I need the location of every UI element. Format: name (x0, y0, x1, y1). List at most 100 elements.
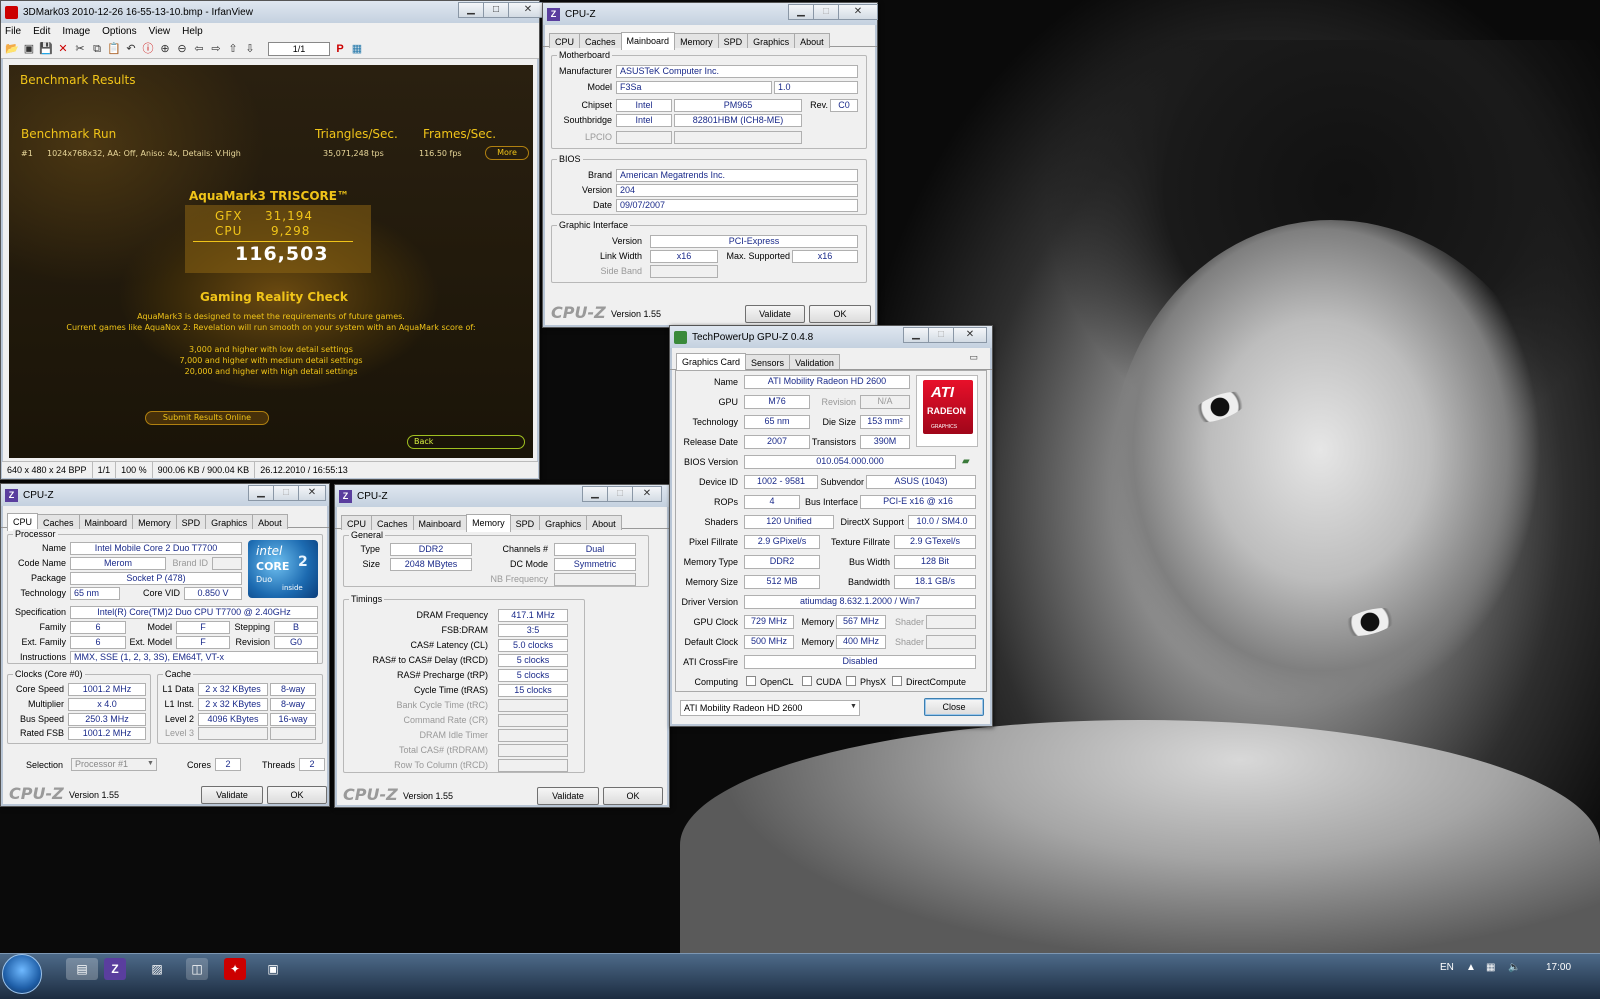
menu-file[interactable]: File (5, 26, 21, 37)
tab-cpu[interactable]: CPU (341, 515, 373, 530)
maximize-button[interactable]: □ (483, 2, 509, 18)
tab-graphics[interactable]: Graphics (539, 515, 588, 530)
tab-mainboard[interactable]: Mainboard (412, 515, 468, 530)
network-icon[interactable]: ▦ (1486, 962, 1495, 973)
tab-caches[interactable]: Caches (579, 33, 622, 48)
title-bar[interactable]: TechPowerUp GPU-Z 0.4.8 ▁ □ ✕ (670, 326, 992, 348)
open-icon[interactable]: 📂 (5, 42, 19, 56)
language-indicator[interactable]: EN (1440, 962, 1454, 973)
back-button[interactable]: Back (407, 435, 525, 449)
info-icon[interactable]: ⓘ (141, 42, 155, 56)
save-icon[interactable]: 💾 (39, 42, 53, 56)
tab-spd[interactable]: SPD (175, 514, 207, 529)
minimize-button[interactable]: ▁ (458, 2, 484, 18)
taskbar-app-icon[interactable]: ◫ (186, 958, 208, 980)
maximize-button[interactable]: □ (813, 4, 839, 20)
cut-icon[interactable]: ✂ (73, 42, 87, 56)
gpu-select[interactable]: ATI Mobility Radeon HD 2600 (680, 700, 860, 716)
clock[interactable]: 17:00 (1546, 962, 1571, 973)
tab-mainboard[interactable]: Mainboard (620, 32, 676, 50)
tab-spd[interactable]: SPD (509, 515, 541, 530)
volume-icon[interactable]: 🔈 (1508, 962, 1520, 973)
validate-button[interactable]: Validate (745, 305, 805, 323)
last-icon[interactable]: ⇩ (243, 42, 257, 56)
chevron-down-icon[interactable]: ▼ (850, 703, 857, 710)
taskbar-irfanview-icon[interactable]: ✦ (224, 958, 246, 980)
l1-data-field: 2 x 32 KBytes (198, 683, 268, 696)
copy-icon[interactable]: ⧉ (90, 42, 104, 56)
camera-icon[interactable]: ▭ (969, 352, 978, 363)
minimize-button[interactable]: ▁ (582, 486, 608, 502)
tab-graphics[interactable]: Graphics (205, 514, 254, 529)
more-button[interactable]: More (485, 146, 529, 160)
tab-mainboard[interactable]: Mainboard (78, 514, 134, 529)
slideshow-icon[interactable]: ▣ (22, 42, 36, 56)
tab-graphics-card[interactable]: Graphics Card (676, 353, 747, 371)
ok-button[interactable]: OK (267, 786, 327, 804)
paste-icon[interactable]: 📋 (107, 42, 121, 56)
bios-save-icon[interactable]: ▰ (962, 456, 970, 467)
taskbar-monitor-icon[interactable]: ▣ (262, 958, 284, 980)
title-bar[interactable]: Z CPU-Z ▁ □ ✕ (1, 484, 329, 506)
print-icon[interactable]: P (333, 42, 347, 56)
close-button[interactable]: ✕ (632, 486, 662, 502)
first-icon[interactable]: ⇧ (226, 42, 240, 56)
taskbar-explorer-icon[interactable]: ▤ (66, 958, 98, 980)
close-button[interactable]: ✕ (953, 327, 987, 343)
zoom-out-icon[interactable]: ⊖ (175, 42, 189, 56)
menu-edit[interactable]: Edit (33, 26, 50, 37)
ok-button[interactable]: OK (603, 787, 663, 805)
undo-icon[interactable]: ↶ (124, 42, 138, 56)
maximize-button[interactable]: □ (928, 327, 954, 343)
menu-help[interactable]: Help (182, 26, 203, 37)
title-bar[interactable]: Z CPU-Z ▁ □ ✕ (543, 3, 878, 25)
minimize-button[interactable]: ▁ (248, 485, 274, 501)
close-button[interactable]: ✕ (838, 4, 878, 20)
tab-about[interactable]: About (794, 33, 830, 48)
tab-memory[interactable]: Memory (466, 514, 511, 532)
cuda-checkbox[interactable] (802, 676, 812, 686)
maximize-button[interactable]: □ (273, 485, 299, 501)
tab-about[interactable]: About (252, 514, 288, 529)
ok-button[interactable]: OK (809, 305, 871, 323)
delete-icon[interactable]: ✕ (56, 42, 70, 56)
zoom-in-icon[interactable]: ⊕ (158, 42, 172, 56)
start-button[interactable] (2, 954, 42, 994)
menu-view[interactable]: View (149, 26, 171, 37)
page-counter[interactable]: 1/1 (268, 41, 330, 56)
tab-memory[interactable]: Memory (674, 33, 719, 48)
opencl-checkbox[interactable] (746, 676, 756, 686)
menu-image[interactable]: Image (62, 26, 90, 37)
physx-checkbox[interactable] (846, 676, 856, 686)
tab-sensors[interactable]: Sensors (745, 354, 791, 369)
tab-spd[interactable]: SPD (717, 33, 749, 48)
taskbar-gpuz-icon[interactable]: ▨ (146, 958, 168, 980)
tray-expand-icon[interactable]: ▲ (1466, 962, 1476, 973)
validate-button[interactable]: Validate (201, 786, 263, 804)
tab-graphics[interactable]: Graphics (747, 33, 796, 48)
fsb-dram-field: 3:5 (498, 624, 568, 637)
processor-select[interactable]: Processor #1 (71, 758, 157, 771)
directcompute-checkbox[interactable] (892, 676, 902, 686)
prev-icon[interactable]: ⇦ (192, 42, 206, 56)
close-dialog-button[interactable]: Close (924, 698, 984, 716)
tab-validation[interactable]: Validation (789, 354, 840, 369)
validate-button[interactable]: Validate (537, 787, 599, 805)
close-button[interactable]: ✕ (298, 485, 326, 501)
maximize-button[interactable]: □ (607, 486, 633, 502)
tab-caches[interactable]: Caches (371, 515, 414, 530)
tab-cpu[interactable]: CPU (549, 33, 581, 48)
submit-button[interactable]: Submit Results Online (145, 411, 269, 425)
tab-about[interactable]: About (586, 515, 622, 530)
minimize-button[interactable]: ▁ (903, 327, 929, 343)
tab-memory[interactable]: Memory (132, 514, 177, 529)
chevron-down-icon[interactable]: ▼ (147, 760, 154, 767)
minimize-button[interactable]: ▁ (788, 4, 814, 20)
paint-icon[interactable]: ▦ (350, 42, 364, 56)
tab-caches[interactable]: Caches (37, 514, 80, 529)
taskbar-cpuz-icon[interactable]: Z (104, 958, 126, 980)
next-icon[interactable]: ⇨ (209, 42, 223, 56)
menu-options[interactable]: Options (102, 26, 136, 37)
title-bar[interactable]: Z CPU-Z ▁ □ ✕ (335, 485, 669, 507)
title-bar[interactable]: 3DMark03 2010-12-26 16-55-13-10.bmp - Ir… (1, 1, 548, 23)
